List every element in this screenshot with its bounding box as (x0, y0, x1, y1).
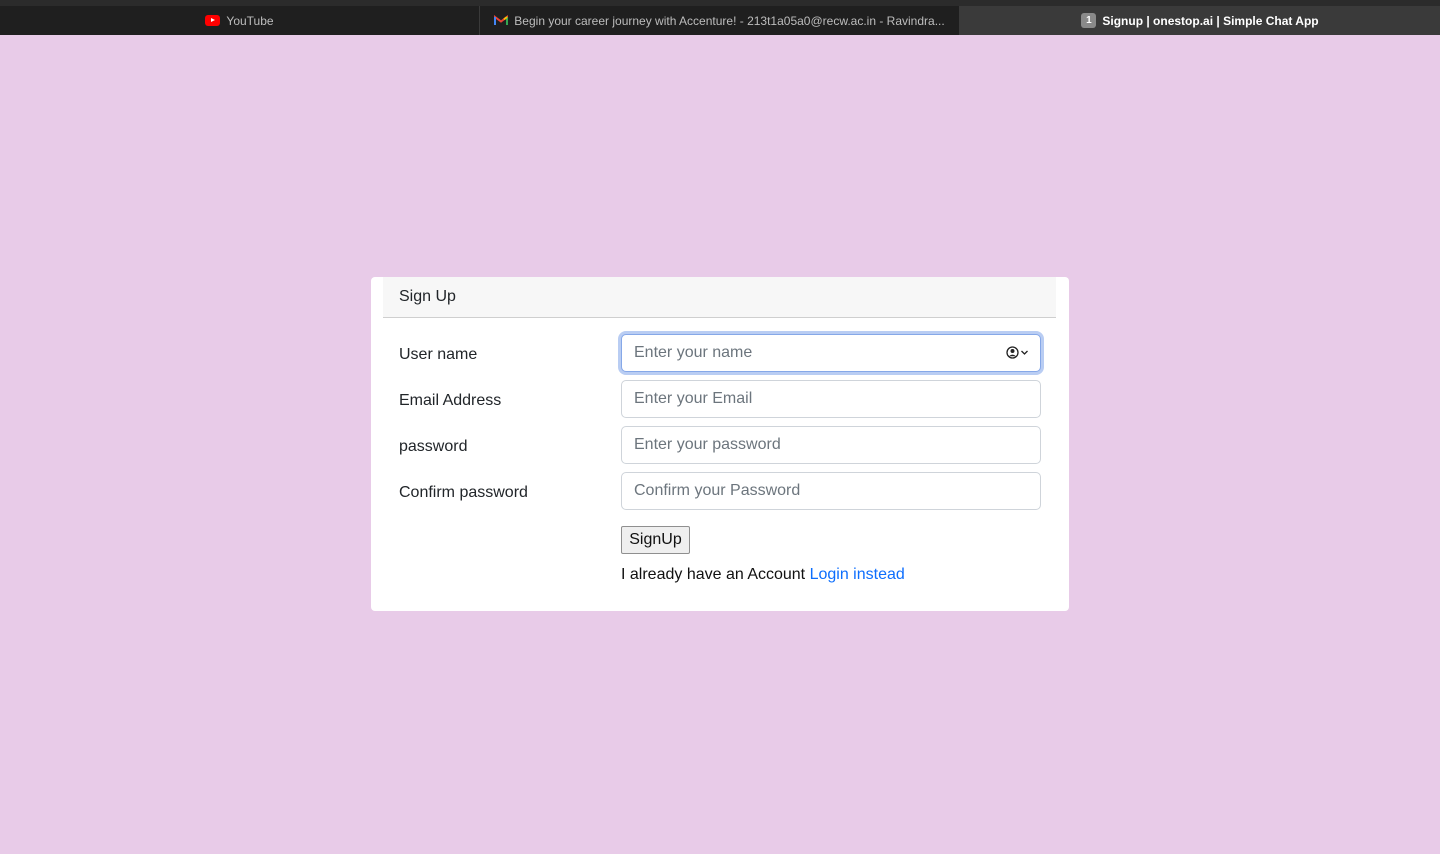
signup-card: Sign Up User name Email Address password (371, 277, 1069, 611)
login-prompt-text: I already have an Account (621, 566, 806, 583)
youtube-icon (205, 15, 221, 26)
signup-button[interactable]: SignUp (621, 526, 690, 554)
login-instead-link[interactable]: Login instead (810, 566, 905, 583)
username-field-wrapper (621, 334, 1041, 372)
autofill-contact-icon[interactable] (1006, 346, 1029, 359)
confirm-password-label: Confirm password (399, 484, 528, 501)
username-input[interactable] (621, 334, 1041, 372)
confirm-password-input[interactable] (621, 472, 1041, 510)
card-title: Sign Up (383, 277, 1056, 318)
username-label: User name (399, 346, 478, 363)
tab-youtube[interactable]: YouTube (0, 6, 480, 35)
email-label: Email Address (399, 392, 502, 409)
tab-signup[interactable]: 1 Signup | onestop.ai | Simple Chat App (960, 6, 1440, 35)
tab-title: Signup | onestop.ai | Simple Chat App (1102, 13, 1319, 28)
password-label: password (399, 438, 468, 455)
password-input[interactable] (621, 426, 1041, 464)
gmail-icon (494, 15, 509, 26)
tab-title: Begin your career journey with Accenture… (514, 13, 945, 28)
email-input[interactable] (621, 380, 1041, 418)
browser-tab-bar: YouTube Begin your career journey with A… (0, 0, 1440, 35)
tab-gmail[interactable]: Begin your career journey with Accenture… (480, 6, 960, 35)
tab-count-badge: 1 (1081, 13, 1097, 28)
tab-title: YouTube (226, 13, 274, 28)
login-prompt: I already have an Account Login instead (621, 566, 905, 584)
